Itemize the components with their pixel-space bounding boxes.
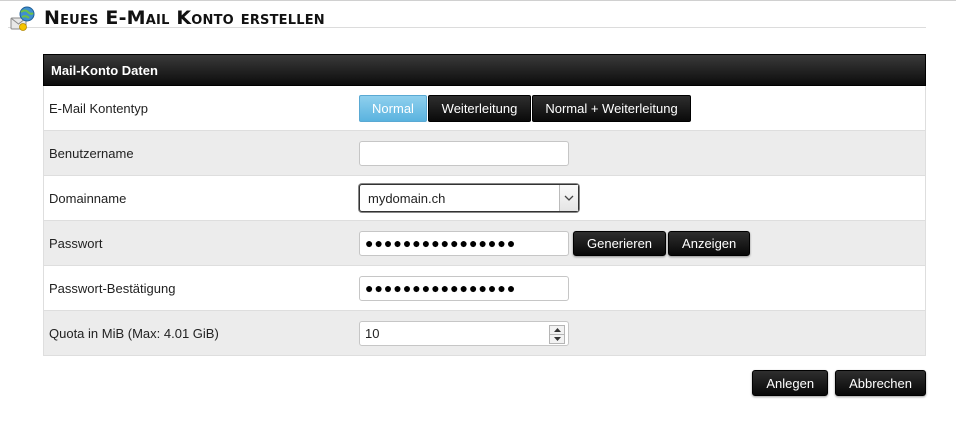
username-label: Benutzername [49, 146, 134, 161]
create-button[interactable]: Anlegen [752, 370, 829, 396]
quota-value: 10 [365, 325, 380, 341]
password-input[interactable]: ●●●●●●●●●●●●●●●● [359, 230, 569, 256]
row-quota: Quota in MiB (Max: 4.01 GiB) 10 [43, 311, 926, 356]
generate-password-button[interactable]: Generieren [573, 230, 667, 256]
password-label: Passwort [49, 236, 103, 251]
account-type-segmented: Normal Weiterleitung Normal + Weiterleit… [359, 94, 692, 122]
password-confirm-label: Passwort-Bestätigung [49, 281, 176, 296]
top-border [0, 0, 956, 1]
quota-spinner [549, 324, 565, 344]
account-type-forward-button[interactable]: Weiterleitung [428, 94, 531, 122]
spin-down-icon[interactable] [550, 333, 564, 343]
quota-label: Quota in MiB (Max: 4.01 GiB) [49, 326, 219, 341]
page-title: Neues E-Mail Konto erstellen [44, 7, 325, 29]
row-password: Passwort ●●●●●●●●●●●●●●●● Generieren Anz… [43, 221, 926, 266]
password-confirm-input[interactable]: ●●●●●●●●●●●●●●●● [359, 275, 569, 301]
cancel-button[interactable]: Abbrechen [835, 370, 926, 396]
row-username: Benutzername [43, 131, 926, 176]
domain-select-value: mydomain.ch [368, 190, 446, 206]
username-input[interactable] [359, 140, 569, 166]
row-account-type: E-Mail Kontentyp Normal Weiterleitung No… [43, 86, 926, 131]
quota-input[interactable]: 10 [359, 320, 569, 346]
row-password-confirm: Passwort-Bestätigung ●●●●●●●●●●●●●●●● [43, 266, 926, 311]
domain-select[interactable]: mydomain.ch [359, 184, 579, 212]
account-type-normal-forward-button[interactable]: Normal + Weiterleitung [532, 94, 691, 122]
show-password-button[interactable]: Anzeigen [668, 230, 751, 256]
account-type-label: E-Mail Kontentyp [49, 101, 148, 116]
row-domain: Domainname mydomain.ch [43, 176, 926, 221]
panel-header: Mail-Konto Daten [43, 54, 926, 86]
spin-up-icon[interactable] [550, 326, 564, 334]
mail-account-panel: Mail-Konto Daten E-Mail Kontentyp Normal… [43, 54, 926, 356]
page-header: Neues E-Mail Konto erstellen [8, 6, 926, 31]
account-type-normal-button[interactable]: Normal [359, 94, 427, 122]
mail-account-icon [10, 6, 36, 32]
form-actions: Anlegen Abbrechen [745, 370, 926, 396]
domain-label: Domainname [49, 191, 127, 206]
chevron-down-icon[interactable] [559, 185, 578, 211]
